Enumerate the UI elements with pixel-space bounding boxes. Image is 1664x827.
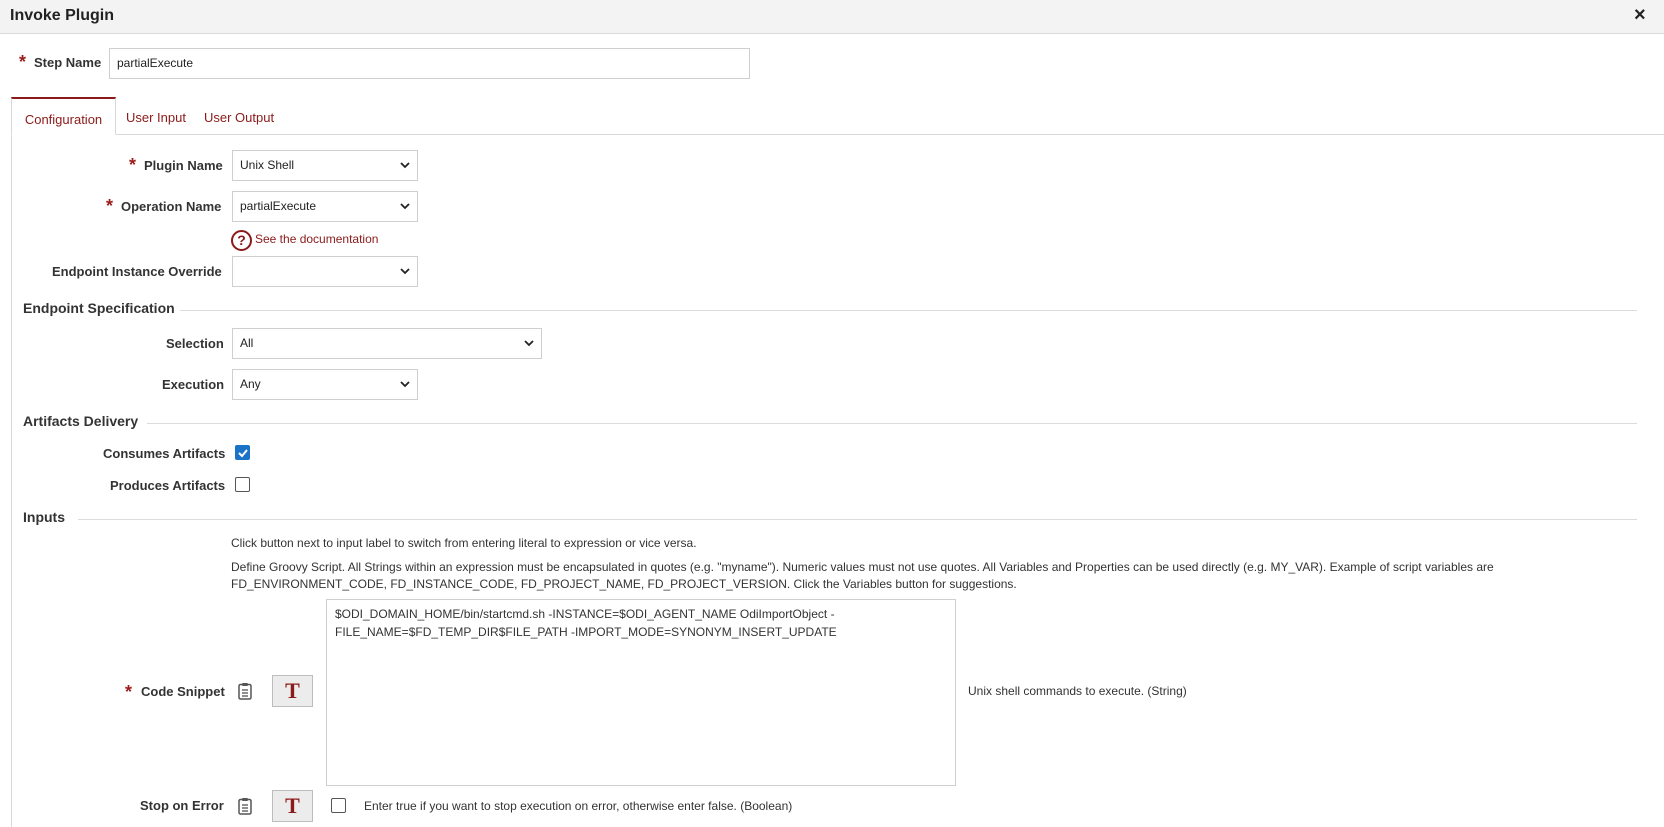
code-snippet-description: Unix shell commands to execute. (String) [968, 684, 1187, 698]
required-marker: * [129, 155, 137, 175]
operation-name-select[interactable]: partialExecute [232, 191, 418, 222]
clipboard-icon[interactable] [238, 682, 252, 700]
step-name-label: Step Name [34, 55, 102, 70]
stop-on-error-expression-toggle[interactable]: T [272, 790, 313, 822]
inputs-heading: Inputs [23, 509, 65, 525]
execution-value: Any [240, 377, 261, 391]
selection-value: All [240, 336, 254, 350]
required-marker: * [106, 196, 114, 216]
tab-user-input[interactable]: User Input [126, 97, 186, 135]
chevron-down-icon [524, 340, 534, 347]
help-icon[interactable]: ? [231, 230, 252, 251]
chevron-down-icon [400, 381, 410, 388]
close-icon[interactable]: × [1634, 4, 1646, 27]
inputs-hint-toggle: Click button next to input label to swit… [231, 536, 697, 550]
endpoint-specification-heading: Endpoint Specification [23, 300, 175, 316]
see-documentation-link[interactable]: See the documentation [255, 232, 378, 246]
dialog-titlebar: Invoke Plugin × [0, 0, 1664, 34]
tab-configuration[interactable]: Configuration [11, 97, 116, 135]
dialog-title: Invoke Plugin [10, 7, 115, 24]
code-snippet-expression-toggle[interactable]: T [272, 675, 313, 707]
plugin-name-label: Plugin Name [144, 158, 223, 173]
plugin-name-select[interactable]: Unix Shell [232, 150, 418, 181]
artifacts-delivery-heading: Artifacts Delivery [23, 413, 139, 429]
chevron-down-icon [400, 162, 410, 169]
code-snippet-textarea[interactable]: $ODI_DOMAIN_HOME/bin/startcmd.sh -INSTAN… [326, 599, 956, 786]
required-marker: * [125, 682, 133, 702]
consumes-artifacts-checkbox[interactable] [235, 445, 250, 460]
section-divider [78, 519, 1637, 520]
produces-artifacts-checkbox[interactable] [235, 477, 250, 492]
required-marker: * [19, 52, 27, 72]
stop-on-error-description: Enter true if you want to stop execution… [364, 799, 793, 813]
code-snippet-label: Code Snippet [141, 684, 225, 699]
clipboard-icon[interactable] [238, 797, 252, 815]
operation-name-label: Operation Name [121, 199, 222, 214]
inputs-hint-groovy: Define Groovy Script. All Strings within… [231, 560, 1494, 591]
execution-select[interactable]: Any [232, 369, 418, 400]
checkmark-icon [238, 449, 248, 458]
chevron-down-icon [400, 268, 410, 275]
stop-on-error-label: Stop on Error [140, 798, 224, 813]
section-divider [180, 310, 1637, 311]
produces-artifacts-label: Produces Artifacts [110, 478, 226, 493]
consumes-artifacts-label: Consumes Artifacts [103, 446, 226, 461]
tab-user-output[interactable]: User Output [204, 97, 274, 135]
selection-label: Selection [166, 336, 224, 351]
stop-on-error-checkbox[interactable] [331, 798, 346, 813]
execution-label: Execution [162, 377, 225, 392]
selection-select[interactable]: All [232, 328, 542, 359]
operation-name-value: partialExecute [240, 199, 317, 213]
plugin-name-value: Unix Shell [240, 158, 295, 172]
step-name-input[interactable]: partialExecute [109, 48, 750, 79]
section-divider [147, 423, 1637, 424]
chevron-down-icon [400, 203, 410, 210]
endpoint-override-label: Endpoint Instance Override [52, 264, 222, 279]
endpoint-override-select[interactable] [232, 256, 418, 287]
